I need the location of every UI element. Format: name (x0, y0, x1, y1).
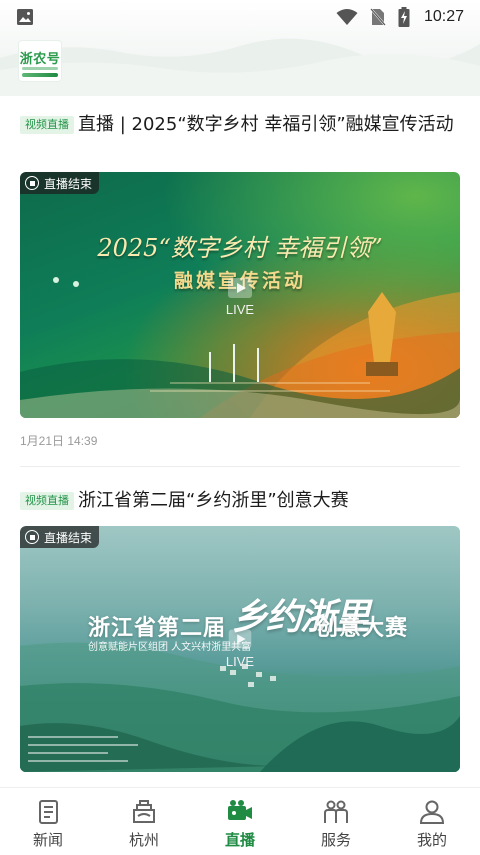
stop-icon (25, 530, 39, 544)
service-icon (324, 800, 348, 823)
live-label: LIVE (225, 302, 255, 317)
live-camera-icon (228, 800, 252, 820)
header: 10:27 浙农号 (0, 0, 480, 96)
app-logo[interactable]: 浙农号 (18, 40, 62, 82)
nav-label: 我的 (416, 831, 447, 849)
app-logo-subtitle-bar (22, 67, 58, 70)
hangzhou-icon (133, 800, 155, 823)
battery-charging-icon (398, 7, 410, 27)
nav-label: 新闻 (32, 831, 63, 849)
nav-service[interactable]: 服务 (288, 788, 384, 855)
article-tag: 视频直播 (20, 492, 74, 510)
nav-live[interactable]: 直播 (192, 788, 288, 855)
nav-news[interactable]: 新闻 (0, 788, 96, 855)
banner-credits-line (170, 382, 370, 384)
nav-label: 服务 (320, 831, 351, 849)
banner-title-right: 创意大赛 (316, 616, 409, 641)
nav-label: 直播 (224, 831, 255, 849)
stop-icon (25, 176, 39, 190)
wifi-icon (336, 9, 358, 25)
live-status-badge: 直播结束 (20, 526, 100, 548)
article-thumbnail[interactable]: 2025“数字乡村 幸福引领” 融媒宣传活动 LIVE 直播结束 (20, 172, 460, 418)
app-logo-grass (22, 73, 58, 77)
article-date: 1月21日 14:39 (20, 434, 98, 448)
status-bar: 10:27 (0, 0, 480, 34)
nav-hangzhou[interactable]: 杭州 (96, 788, 192, 855)
profile-icon (419, 800, 445, 824)
image-notification-icon (17, 9, 33, 25)
nav-profile[interactable]: 我的 (384, 788, 480, 855)
article-card[interactable]: 视频直播 浙江省第二届“乡约浙里”创意大赛 浙江省第二届 乡约浙里 创意大赛 创意… (20, 488, 460, 772)
nav-label: 杭州 (128, 831, 159, 849)
play-icon[interactable] (224, 272, 256, 304)
bottom-navigation: 新闻 杭州 直播 服务 我的 (0, 787, 480, 855)
live-status-text: 直播结束 (44, 176, 93, 191)
article-title: 直播 | 2025“数字乡村 幸福引领”融媒宣传活动 (78, 114, 454, 135)
article-title-line[interactable]: 视频直播 直播 | 2025“数字乡村 幸福引领”融媒宣传活动 (20, 112, 460, 138)
banner-credits-line (150, 390, 390, 392)
no-sim-icon (370, 8, 386, 26)
article-thumbnail[interactable]: 浙江省第二届 乡约浙里 创意大赛 创意赋能片区组团 人文兴村浙里共富 LIVE … (20, 526, 460, 772)
news-icon (39, 800, 58, 824)
divider (20, 466, 460, 467)
status-time: 10:27 (423, 8, 464, 25)
app-logo-text: 浙农号 (19, 52, 61, 67)
article-title: 浙江省第二届“乡约浙里”创意大赛 (78, 490, 349, 511)
article-card[interactable]: 视频直播 直播 | 2025“数字乡村 幸福引领”融媒宣传活动 2025“数字乡村… (20, 112, 460, 448)
live-status-badge: 直播结束 (20, 172, 100, 194)
live-status-text: 直播结束 (44, 530, 93, 545)
play-icon[interactable] (225, 624, 255, 654)
article-title-line[interactable]: 视频直播 浙江省第二届“乡约浙里”创意大赛 (20, 488, 460, 514)
article-tag: 视频直播 (20, 116, 74, 134)
banner-title: 2025“数字乡村 幸福引领” (97, 234, 383, 262)
live-label: LIVE (225, 654, 255, 669)
